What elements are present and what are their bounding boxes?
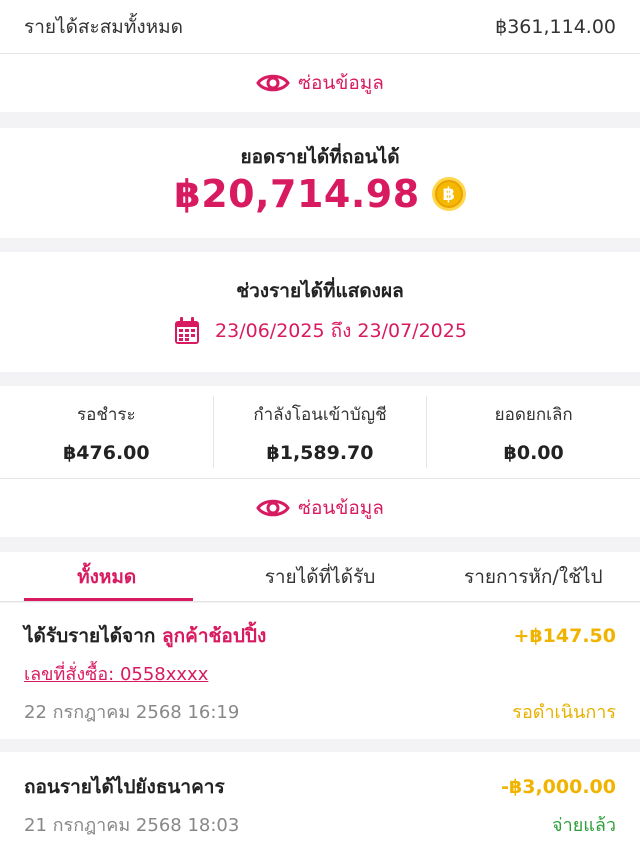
tab-deductions[interactable]: รายการหัก/ใช้ไป [427,552,640,601]
transaction-status: จ่ายแล้ว [552,815,616,836]
transaction-title: ถอนรายได้ไปยังธนาคาร [24,776,225,798]
transaction-title: ได้รับรายได้จาก ลูกค้าช้อปปิ้ง [24,621,266,651]
income-stats: รอชำระ ฿476.00 กำลังโอนเข้าบัญชี ฿1,589.… [0,386,640,478]
stat-value: ฿0.00 [503,441,564,464]
stat-transferring: กำลังโอนเข้าบัญชี ฿1,589.70 [214,396,428,468]
withdrawable-label: ยอดรายได้ที่ถอนได้ [240,146,400,168]
transaction-tabs: ทั้งหมด รายได้ที่ได้รับ รายการหัก/ใช้ไป [0,552,640,602]
stat-label: ยอดยกเลิก [494,404,573,425]
baht-coin-icon: ฿ [431,177,466,211]
transaction-title-text: ได้รับรายได้จาก [24,625,156,647]
transaction-status: รอดำเนินการ [512,702,616,723]
transaction-item[interactable]: ได้รับรายได้จาก ลูกค้าช้อปปิ้ง +฿147.50 … [0,603,640,739]
transaction-item[interactable]: ถอนรายได้ไปยังธนาคาร -฿3,000.00 21 กรกฎา… [0,752,640,853]
withdrawable-card: ยอดรายได้ที่ถอนได้ ฿20,714.98 ฿ [0,128,640,238]
total-income-value: ฿361,114.00 [495,15,616,38]
hide-info-button[interactable]: ซ่อนข้อมูล [256,493,384,523]
total-income-row: รายได้สะสมทั้งหมด ฿361,114.00 [0,0,640,53]
transaction-amount: +฿147.50 [513,625,616,647]
tab-income-received[interactable]: รายได้ที่ได้รับ [213,552,426,601]
transaction-date: 21 กรกฎาคม 2568 18:03 [24,815,240,836]
transaction-date: 22 กรกฎาคม 2568 16:19 [24,702,240,723]
income-period-card: ช่วงรายได้ที่แสดงผล 23/06/2025 ถึง 23/07… [0,252,640,372]
hide-info-label: ซ่อนข้อมูล [298,497,384,519]
hide-info-button[interactable]: ซ่อนข้อมูล [256,68,384,98]
stat-value: ฿1,589.70 [266,441,374,464]
total-income-label: รายได้สะสมทั้งหมด [24,15,184,38]
transaction-amount: -฿3,000.00 [501,776,616,798]
stat-pending-payment: รอชำระ ฿476.00 [0,396,214,468]
date-range-picker[interactable]: 23/06/2025 ถึง 23/07/2025 [0,316,640,346]
income-period-label: ช่วงรายได้ที่แสดงผล [236,280,404,302]
order-number-link[interactable]: เลขที่สั่งซื้อ: 0558xxxx [24,659,208,688]
eye-icon [256,74,290,92]
date-range-text: 23/06/2025 ถึง 23/07/2025 [215,320,467,342]
tab-all[interactable]: ทั้งหมด [0,552,213,601]
hide-info-row: ซ่อนข้อมูล [0,479,640,537]
calendar-icon [175,317,200,344]
withdrawable-amount: ฿20,714.98 [174,172,420,216]
hide-info-label: ซ่อนข้อมูล [298,72,384,94]
withdrawable-amount-row: ฿20,714.98 ฿ [0,172,640,216]
transaction-source: ลูกค้าช้อปปิ้ง [162,625,267,647]
hide-info-row: ซ่อนข้อมูล [0,54,640,112]
stat-value: ฿476.00 [63,441,150,464]
stat-label: กำลังโอนเข้าบัญชี [253,404,387,425]
eye-icon [256,499,290,517]
stat-cancelled: ยอดยกเลิก ฿0.00 [427,396,640,468]
stat-label: รอชำระ [76,404,136,425]
